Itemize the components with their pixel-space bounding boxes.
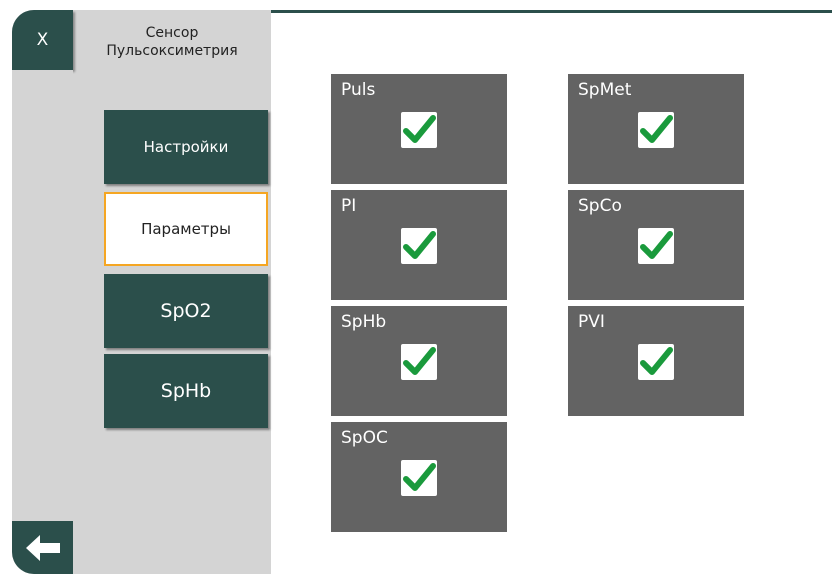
checkmark-icon — [403, 347, 436, 375]
tile-pi[interactable]: PI — [331, 190, 507, 300]
checkmark-icon — [640, 231, 673, 259]
tile-spmet[interactable]: SpMet — [568, 74, 744, 184]
checkbox[interactable] — [638, 112, 674, 148]
checkmark-icon — [403, 463, 436, 491]
tile-label: SpMet — [578, 80, 632, 100]
tile-sphb[interactable]: SpHb — [331, 306, 507, 416]
checkmark-icon — [403, 115, 436, 143]
nav-settings-button[interactable]: Настройки — [104, 110, 268, 184]
tile-label: PI — [341, 196, 357, 216]
checkbox[interactable] — [401, 228, 437, 264]
sidebar: X Сенсор Пульсоксиметрия Настройки Парам… — [12, 10, 271, 574]
checkmark-icon — [403, 231, 436, 259]
back-button[interactable] — [12, 521, 73, 574]
app-screen: X Сенсор Пульсоксиметрия Настройки Парам… — [12, 10, 832, 574]
tile-spco[interactable]: SpCo — [568, 190, 744, 300]
tile-label: SpCo — [578, 196, 622, 216]
left-strip — [12, 70, 73, 520]
nav-parameters-button[interactable]: Параметры — [104, 192, 268, 266]
nav-spo2-button[interactable]: SpO2 — [104, 274, 268, 348]
page-title: Сенсор Пульсоксиметрия — [82, 24, 262, 60]
checkbox[interactable] — [401, 460, 437, 496]
tile-label: SpHb — [341, 312, 387, 332]
title-line-1: Сенсор — [145, 25, 199, 41]
checkbox[interactable] — [401, 112, 437, 148]
checkbox[interactable] — [638, 344, 674, 380]
checkbox[interactable] — [638, 228, 674, 264]
header-divider — [271, 10, 832, 13]
tile-label: PVI — [578, 312, 605, 332]
tile-label: SpOC — [341, 428, 388, 448]
tile-puls[interactable]: Puls — [331, 74, 507, 184]
back-arrow-icon — [25, 534, 60, 561]
checkmark-icon — [640, 115, 673, 143]
title-line-2: Пульсоксиметрия — [106, 43, 238, 59]
tile-pvi[interactable]: PVI — [568, 306, 744, 416]
checkbox[interactable] — [401, 344, 437, 380]
checkmark-icon — [640, 347, 673, 375]
close-button[interactable]: X — [12, 10, 73, 70]
nav-sphb-button[interactable]: SpHb — [104, 354, 268, 428]
tile-spoc[interactable]: SpOC — [331, 422, 507, 532]
tile-label: Puls — [341, 80, 376, 100]
